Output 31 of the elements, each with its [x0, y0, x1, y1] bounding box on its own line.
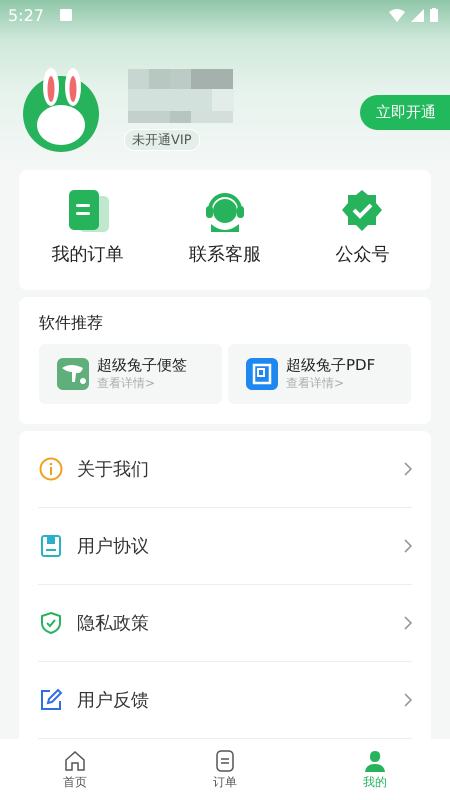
home-icon	[64, 750, 86, 772]
menu-item[interactable]: 用户协议	[38, 508, 412, 585]
chevron-icon	[404, 616, 412, 630]
battery-icon	[430, 8, 438, 22]
shield-icon	[39, 611, 63, 635]
person-icon	[364, 750, 386, 772]
status-time: 5:27	[8, 6, 44, 24]
vip-status-badge: 未开通VIP	[124, 129, 200, 151]
tab[interactable]: 首页	[0, 739, 150, 800]
quick-action-label[interactable]: 公众号	[335, 242, 390, 266]
edit-icon	[39, 688, 63, 712]
app-name: 超级兔子PDF	[286, 356, 376, 375]
pdf-app-icon	[246, 358, 278, 390]
document-icon	[214, 750, 236, 772]
section-title: 软件推荐	[39, 313, 104, 334]
document-icon	[39, 534, 63, 558]
signal-icon	[411, 8, 424, 22]
chevron-icon	[404, 693, 412, 707]
tab[interactable]: 订单	[150, 739, 300, 800]
menu-item[interactable]: 关于我们	[38, 431, 412, 508]
app-tile[interactable]: 超级兔子便签 查看详情>	[39, 344, 222, 404]
chevron-icon	[404, 462, 412, 476]
menu-item[interactable]: 隐私政策	[38, 585, 412, 662]
chevron-icon	[404, 539, 412, 553]
quick-action-label[interactable]: 联系客服	[188, 242, 261, 266]
app-name: 超级兔子便签	[97, 356, 187, 375]
notification-icon	[60, 9, 72, 21]
wifi-icon	[389, 8, 405, 22]
info-icon	[39, 457, 63, 481]
quick-action-label[interactable]: 我的订单	[52, 242, 124, 266]
app-tile[interactable]: 超级兔子PDF 查看详情>	[228, 344, 411, 404]
